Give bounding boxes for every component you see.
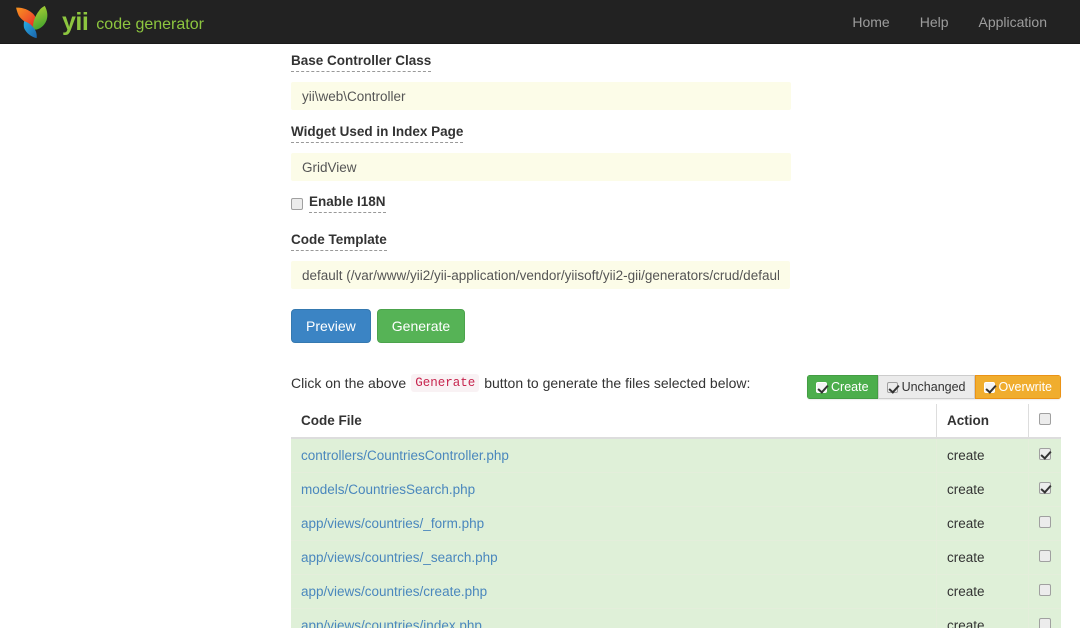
cell-select (1028, 540, 1061, 575)
select-all-checkbox[interactable] (1039, 413, 1051, 425)
field-code-template: Code Template (291, 231, 1061, 289)
table-row: models/CountriesSearch.php create (291, 472, 1061, 507)
field-widget-index-page: Widget Used in Index Page (291, 123, 1061, 181)
cell-code-file: app/views/countries/create.php (291, 574, 937, 609)
hint-text-after: button to generate the files selected be… (484, 375, 751, 391)
code-file-link[interactable]: app/views/countries/index.php (301, 618, 482, 628)
cell-select (1028, 574, 1061, 609)
cell-code-file: app/views/countries/index.php (291, 608, 937, 628)
cell-select (1028, 472, 1061, 507)
nav-link-home[interactable]: Home (837, 0, 904, 44)
enable-i18n-row[interactable]: Enable I18N (291, 194, 1061, 213)
row-select-checkbox[interactable] (1039, 482, 1051, 494)
header-select-all-cell (1028, 404, 1061, 439)
code-files-table: Code File Action controllers/CountriesCo… (291, 404, 1061, 628)
cell-code-file: app/views/countries/_form.php (291, 506, 937, 541)
filter-overwrite-button[interactable]: Overwrite (974, 375, 1061, 399)
generator-form: Base Controller Class Widget Used in Ind… (291, 52, 1061, 343)
cell-code-file: controllers/CountriesController.php (291, 438, 937, 473)
field-base-controller-class: Base Controller Class (291, 52, 1061, 110)
row-select-checkbox[interactable] (1039, 448, 1051, 460)
cell-action: create (936, 506, 1029, 541)
table-head: Code File Action (291, 404, 1061, 439)
cell-code-file: app/views/countries/_search.php (291, 540, 937, 575)
filter-overwrite-label: Overwrite (998, 380, 1052, 394)
table-row: app/views/countries/_form.php create (291, 506, 1061, 541)
filter-create-label: Create (831, 380, 869, 394)
cell-action: create (936, 608, 1029, 628)
code-file-link[interactable]: models/CountriesSearch.php (301, 482, 475, 497)
hint-text-before: Click on the above (291, 375, 407, 391)
filter-unchanged-checkbox[interactable] (886, 381, 898, 393)
filter-create-button[interactable]: Create (807, 375, 878, 399)
row-select-checkbox[interactable] (1039, 584, 1051, 596)
code-file-link[interactable]: app/views/countries/create.php (301, 584, 487, 599)
cell-action: create (936, 438, 1029, 473)
cell-code-file: models/CountriesSearch.php (291, 472, 937, 507)
cell-select (1028, 608, 1061, 628)
filter-overwrite-checkbox[interactable] (983, 381, 995, 393)
base-controller-class-input[interactable] (291, 82, 791, 110)
header-code-file: Code File (291, 404, 937, 439)
cell-action: create (936, 574, 1029, 609)
enable-i18n-checkbox[interactable] (291, 197, 303, 210)
generate-button[interactable]: Generate (376, 309, 466, 343)
code-file-link[interactable]: app/views/countries/_search.php (301, 550, 498, 565)
code-file-link[interactable]: controllers/CountriesController.php (301, 448, 509, 463)
hint-inline-code: Generate (411, 374, 480, 392)
row-select-checkbox[interactable] (1039, 550, 1051, 562)
filter-unchanged-button[interactable]: Unchanged (877, 375, 975, 399)
cell-select (1028, 438, 1061, 473)
yii-leaf-logo-icon (14, 5, 54, 39)
label-code-template: Code Template (291, 232, 387, 251)
table-body: controllers/CountriesController.php creat… (291, 438, 1061, 628)
field-enable-i18n: Enable I18N (291, 194, 1061, 213)
table-row: controllers/CountriesController.php creat… (291, 438, 1061, 473)
main-nav: Home Help Application (837, 0, 1080, 44)
label-base-controller-class: Base Controller Class (291, 53, 432, 72)
code-template-input[interactable] (291, 261, 790, 289)
code-file-link[interactable]: app/views/countries/_form.php (301, 516, 484, 531)
preview-button[interactable]: Preview (291, 309, 371, 343)
file-status-filter-group: Create Unchanged Overwrite (807, 375, 1061, 399)
brand-link[interactable]: yii code generator (14, 0, 204, 44)
filter-create-checkbox[interactable] (816, 381, 828, 393)
nav-link-application[interactable]: Application (964, 0, 1063, 44)
cell-action: create (936, 472, 1029, 507)
row-select-checkbox[interactable] (1039, 516, 1051, 528)
row-select-checkbox[interactable] (1039, 618, 1051, 628)
table-row: app/views/countries/_search.php create (291, 540, 1061, 575)
top-navbar: yii code generator Home Help Application (0, 0, 1080, 44)
label-widget-index-page: Widget Used in Index Page (291, 124, 464, 143)
cell-action: create (936, 540, 1029, 575)
filter-unchanged-label: Unchanged (901, 380, 966, 394)
brand-name: yii (62, 8, 89, 36)
table-row: app/views/countries/index.php create (291, 608, 1061, 628)
header-action: Action (936, 404, 1029, 439)
table-header-row: Code File Action (291, 404, 1061, 439)
nav-link-help[interactable]: Help (905, 0, 964, 44)
form-actions: Preview Generate (291, 309, 1061, 343)
widget-index-page-input[interactable] (291, 153, 791, 181)
brand-tagline: code generator (96, 15, 204, 33)
table-row: app/views/countries/create.php create (291, 574, 1061, 609)
label-enable-i18n: Enable I18N (309, 194, 386, 213)
cell-select (1028, 506, 1061, 541)
